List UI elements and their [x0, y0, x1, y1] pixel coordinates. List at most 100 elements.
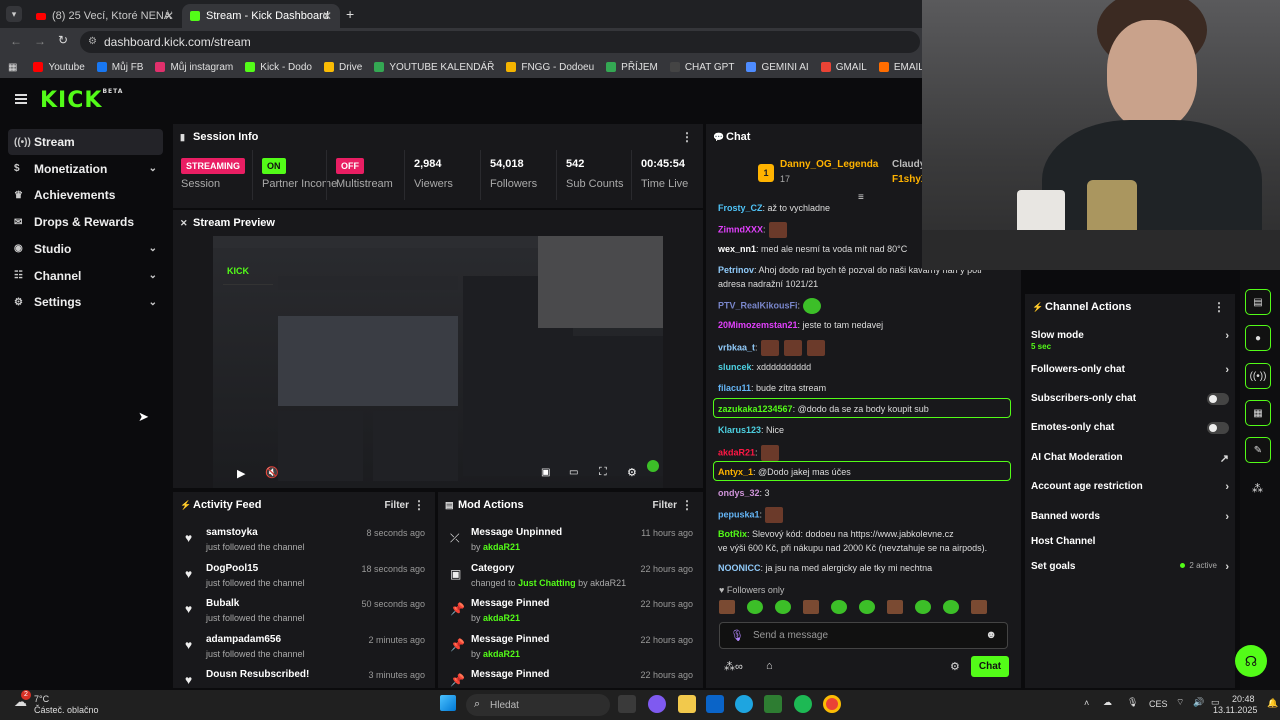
activity-item[interactable]: ♥ samstoyka just followed the channel 8 sec…: [181, 525, 427, 559]
theater-icon[interactable]: ▭: [569, 467, 578, 478]
wifi-icon[interactable]: ⌔: [1176, 697, 1184, 708]
emote-icon[interactable]: [859, 600, 875, 614]
tray-chevron-icon[interactable]: ˄: [1084, 698, 1089, 708]
chevron-down-icon[interactable]: ⌄: [149, 243, 157, 254]
filter-button[interactable]: Filter: [653, 500, 677, 511]
sidebar-item-stream[interactable]: ((•)) Stream: [8, 129, 163, 155]
url-input[interactable]: ⚙ dashboard.kick.com/stream: [80, 31, 920, 53]
sidebar-item-settings[interactable]: ⚙ Settings ⌄: [8, 289, 163, 315]
chat-username[interactable]: akdaR21: [718, 447, 755, 457]
connections-icon[interactable]: ⁂: [1252, 482, 1263, 495]
chat-message[interactable]: sluncek: xdddddddddd: [718, 361, 1018, 373]
more-icon[interactable]: ⋮: [1213, 300, 1225, 314]
chevron-down-icon[interactable]: ⌄: [149, 297, 157, 308]
mute-icon[interactable]: 🔇: [265, 466, 279, 479]
chevron-right-icon[interactable]: ›: [1225, 511, 1229, 523]
pip-icon[interactable]: ▣: [541, 467, 550, 478]
chat-username[interactable]: pepuska1: [718, 509, 760, 519]
chat-bubble-icon[interactable]: ●: [1245, 325, 1271, 351]
bookmark-item[interactable]: Kick - Dodo: [245, 62, 312, 73]
tab-kick-dashboard[interactable]: Stream - Kick Dashboard ✕: [182, 4, 340, 28]
chat-message[interactable]: BotRix: Slevový kód: dodoeu na https://w…: [718, 528, 1018, 540]
bookmark-item[interactable]: CHAT GPT: [669, 62, 734, 73]
chat-message[interactable]: NOONICC: ja jsu na med alergicky ale tky…: [718, 562, 1018, 574]
taskbar-search[interactable]: ⌕ Hledat: [466, 694, 610, 716]
onedrive-icon[interactable]: ☁: [1103, 697, 1112, 708]
menu-icon[interactable]: [15, 94, 27, 104]
chat-message[interactable]: pepuska1:: [718, 507, 1018, 523]
emote-icon[interactable]: [887, 600, 903, 614]
chrome-icon[interactable]: [823, 695, 841, 713]
more-icon[interactable]: ⋮: [413, 498, 425, 512]
bookmark-item[interactable]: Youtube: [33, 62, 85, 73]
channel-action-host-channel[interactable]: Host Channel: [1031, 536, 1229, 558]
windows-start-icon[interactable]: [440, 695, 456, 711]
chat-username[interactable]: vrbkaa_t: [718, 342, 755, 352]
chat-username[interactable]: ondys_32: [718, 488, 760, 498]
kick-logo[interactable]: KICKBETA: [40, 88, 123, 113]
broadcast-icon[interactable]: ((•)): [1245, 363, 1271, 389]
copilot-icon[interactable]: [648, 695, 666, 713]
chat-username[interactable]: PTV_RealKikousFi: [718, 300, 798, 310]
chat-username[interactable]: filacu11: [718, 383, 751, 393]
chevron-right-icon[interactable]: ›: [1225, 364, 1229, 376]
chat-settings-icon[interactable]: ⚙: [950, 660, 960, 673]
chevron-right-icon[interactable]: ›: [1225, 561, 1229, 573]
chat-username[interactable]: wex_nn1: [718, 244, 756, 254]
back-icon[interactable]: ←: [10, 34, 22, 48]
pinned-user[interactable]: Danny_OG_Legenda: [780, 159, 878, 170]
new-tab-button[interactable]: +: [346, 6, 354, 22]
close-icon[interactable]: ✕: [164, 9, 174, 23]
bookmark-item[interactable]: EMAIL: [878, 62, 924, 73]
send-chat-button[interactable]: Chat: [971, 656, 1009, 677]
layout-icon[interactable]: ▦: [1245, 400, 1271, 426]
clock-date[interactable]: 13.11.2025: [1213, 705, 1257, 715]
more-icon[interactable]: ⋮: [681, 130, 693, 144]
channel-action-ai-chat-moderation[interactable]: AI Chat Moderation ↗: [1031, 452, 1229, 474]
file-explorer-icon[interactable]: [678, 695, 696, 713]
tab-search-icon[interactable]: ▾: [6, 6, 22, 22]
chat-username[interactable]: ZimndXXX: [718, 224, 763, 234]
site-info-icon[interactable]: ⚙: [88, 31, 97, 53]
edge-icon[interactable]: [735, 695, 753, 713]
bookmark-item[interactable]: PŘÍJEM: [606, 62, 658, 73]
tab-youtube[interactable]: (8) 25 Vecí, Ktoré NENÁVIDÍM n ✕: [28, 4, 182, 28]
chat-input[interactable]: 🎙 Send a message ☻: [719, 622, 1008, 649]
channel-action-emotes-only-chat[interactable]: Emotes-only chat: [1031, 422, 1229, 444]
stream-video[interactable]: KICK ▶ 🔇 ▣ ▭ ⛶ ⚙: [213, 236, 663, 488]
sidebar-item-monetization[interactable]: $ Monetization ⌄: [8, 156, 163, 182]
spotify-icon[interactable]: [794, 695, 812, 713]
language-indicator[interactable]: CES: [1149, 699, 1168, 709]
chevron-right-icon[interactable]: ›: [1225, 330, 1229, 342]
bookmark-item[interactable]: GMAIL: [820, 62, 867, 73]
reload-icon[interactable]: ↻: [58, 33, 68, 47]
forward-icon[interactable]: →: [34, 34, 46, 48]
emote-icon[interactable]: [803, 600, 819, 614]
channel-action-slow-mode[interactable]: Slow mode 5 sec ›: [1031, 330, 1229, 352]
play-icon[interactable]: ▶: [237, 467, 245, 480]
chat-username[interactable]: NOONICC: [718, 563, 761, 573]
bookmark-item[interactable]: Drive: [323, 62, 362, 73]
chat-message[interactable]: PTV_RealKikousFi:: [718, 298, 1018, 314]
channel-action-subscribers-only-chat[interactable]: Subscribers-only chat: [1031, 393, 1229, 415]
store-icon[interactable]: ⌂: [766, 660, 773, 672]
chat-message[interactable]: akdaR21:: [718, 445, 1018, 461]
external-link-icon[interactable]: ↗: [1220, 452, 1229, 465]
channel-action-account-age-restriction[interactable]: Account age restriction ›: [1031, 481, 1229, 503]
chat-username[interactable]: sluncek: [718, 362, 752, 372]
emote-icon[interactable]: [747, 600, 763, 614]
bookmark-item[interactable]: Můj instagram: [155, 62, 233, 73]
emote-icon[interactable]: [719, 600, 735, 614]
close-icon[interactable]: ✕: [322, 9, 332, 23]
activity-item[interactable]: ♥ DogPool15 just followed the channel 18 se…: [181, 561, 427, 595]
emote-icon[interactable]: [915, 600, 931, 614]
settings-icon[interactable]: ⚙: [627, 466, 637, 479]
chat-username[interactable]: BotRix: [718, 529, 747, 539]
side-user[interactable]: Claudy: [892, 159, 925, 170]
chat-message[interactable]: 20Mimozemstan21: jeste to tam nedavej: [718, 319, 1018, 331]
chat-message[interactable]: ve výši 600 Kč, při nákupu nad 2000 Kč (…: [718, 542, 1018, 554]
chat-username[interactable]: Petrinov: [718, 265, 754, 275]
channel-action-set-goals[interactable]: Set goals 2 active ›: [1031, 561, 1229, 583]
emoji-icon[interactable]: ☻: [985, 629, 997, 641]
activity-item[interactable]: ♥ adampadam656 just followed the channel 2 …: [181, 632, 427, 666]
